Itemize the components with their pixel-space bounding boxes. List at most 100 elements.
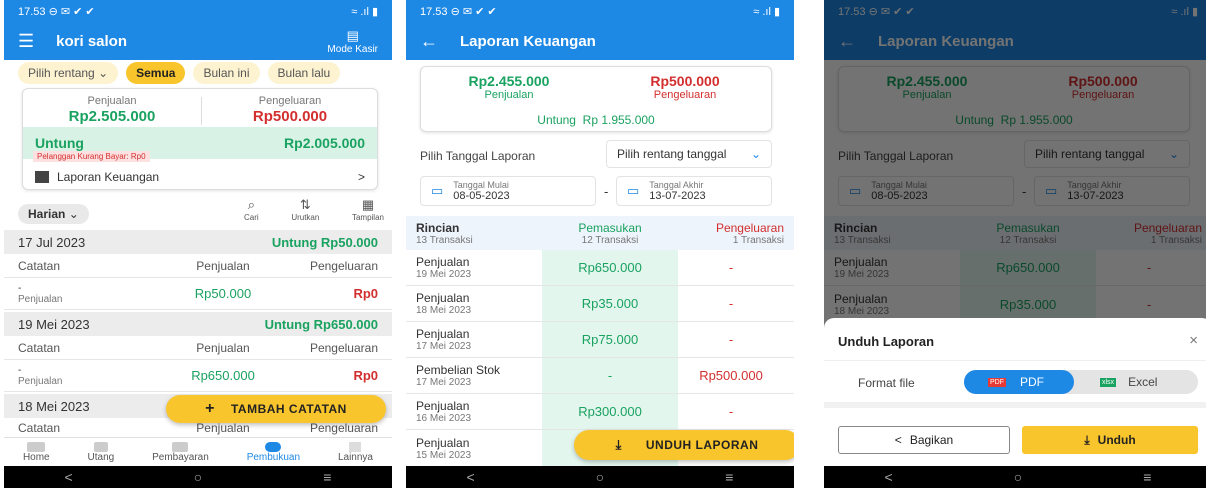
untung-label: Untung bbox=[537, 113, 576, 127]
cashier-icon: ▤ bbox=[346, 27, 359, 43]
app-bar: ☰ kori salon ▤ Mode Kasir bbox=[4, 22, 392, 60]
filter-chip-semua[interactable]: Semua bbox=[126, 62, 186, 84]
laporan-keuangan-link[interactable]: Laporan Keuangan > bbox=[35, 167, 365, 187]
penjualan-value: Rp2.505.000 bbox=[68, 108, 156, 125]
pengeluaran-value: Rp500.000 bbox=[650, 73, 720, 89]
penjualan-label: Penjualan bbox=[484, 89, 534, 101]
home-nav-icon[interactable]: ○ bbox=[194, 469, 202, 485]
nav-utang[interactable]: Utang bbox=[88, 441, 114, 463]
entry-dash: - bbox=[18, 364, 22, 376]
entry-type: Penjualan bbox=[18, 375, 63, 387]
view-button[interactable]: ▦ Tampilan bbox=[352, 197, 384, 222]
download-button[interactable]: ⤓ Unduh bbox=[1022, 426, 1198, 454]
row-name: Penjualan bbox=[416, 291, 470, 305]
recents-nav-icon[interactable]: ≡ bbox=[323, 469, 331, 485]
nav-pembayaran[interactable]: Pembayaran bbox=[152, 441, 209, 463]
row-date: 16 Mei 2023 bbox=[416, 413, 472, 424]
nav-pembukuan-label: Pembukuan bbox=[246, 451, 301, 463]
format-option-excel[interactable]: xlsx Excel bbox=[1074, 370, 1198, 394]
filter-chip-pilih-rentang[interactable]: Pilih rentang ⌄ bbox=[18, 62, 119, 84]
menu-icon[interactable]: ☰ bbox=[18, 31, 34, 52]
col-pemasukan-sub: 12 Transaksi bbox=[581, 234, 639, 246]
penjualan-value: Rp2.455.000 bbox=[468, 73, 550, 89]
table-row[interactable]: Penjualan19 Mei 2023 Rp650.000 - bbox=[406, 250, 794, 286]
status-icons-left: ⊖ ✉ ✔ ✔ bbox=[450, 5, 497, 18]
system-nav-bar: < ○ ≡ bbox=[406, 466, 794, 488]
date-label: Pilih Tanggal Laporan bbox=[420, 149, 536, 163]
col-pengeluaran: Pengeluaran bbox=[715, 220, 784, 235]
status-icons-right: ≈ .ıl ▮ bbox=[351, 5, 378, 18]
entry-type: Penjualan bbox=[18, 293, 63, 305]
back-nav-icon[interactable]: < bbox=[467, 469, 475, 485]
nav-home[interactable]: Home bbox=[23, 441, 50, 463]
row-date: 19 Mei 2023 bbox=[416, 269, 472, 280]
sort-label: Urutkan bbox=[291, 213, 320, 222]
col-rincian: Rincian bbox=[416, 220, 460, 235]
filter-chip-bulan-lalu[interactable]: Bulan lalu bbox=[267, 62, 341, 84]
page-title: Laporan Keuangan bbox=[460, 32, 596, 50]
period-select[interactable]: Harian ⌄ bbox=[18, 204, 89, 224]
mode-kasir-button[interactable]: ▤ Mode Kasir bbox=[327, 28, 378, 55]
system-nav-bar: < ○ ≡ bbox=[4, 466, 392, 488]
row-date: 17 Mei 2023 bbox=[416, 377, 472, 388]
row-name: Penjualan bbox=[416, 435, 470, 450]
status-icons-right: ≈ .ıl ▮ bbox=[753, 5, 780, 18]
status-icons-left: ⊖ ✉ ✔ ✔ bbox=[48, 5, 95, 18]
back-nav-icon[interactable]: < bbox=[885, 469, 893, 485]
sort-button[interactable]: ⇅ Urutkan bbox=[291, 197, 319, 222]
back-nav-icon[interactable]: < bbox=[65, 469, 73, 485]
summary-card: Penjualan Rp2.505.000 Pengeluaran Rp500.… bbox=[22, 88, 378, 190]
status-bar: 17.53 ⊖ ✉ ✔ ✔ ≈ .ıl ▮ bbox=[406, 0, 794, 22]
range-select[interactable]: Pilih rentang tanggal ⌄ bbox=[606, 140, 772, 168]
table-row[interactable]: Penjualan18 Mei 2023 Rp35.000 - bbox=[406, 286, 794, 322]
row-out: - bbox=[728, 404, 734, 419]
start-date-field[interactable]: ▭ Tanggal Mulai 08-05-2023 bbox=[420, 176, 596, 206]
share-label: Bagikan bbox=[909, 433, 954, 447]
group-header: 19 Mei 2023 Untung Rp650.000 bbox=[4, 312, 392, 336]
view-icon: ▦ bbox=[361, 197, 375, 212]
nav-pembukuan[interactable]: Pembukuan bbox=[246, 441, 301, 463]
nav-lainnya[interactable]: Lainnya bbox=[338, 441, 373, 463]
start-date-value: 08-05-2023 bbox=[453, 190, 510, 202]
col-pengeluaran-sub: 1 Transaksi bbox=[732, 234, 784, 246]
tambah-catatan-label: TAMBAH CATATAN bbox=[230, 402, 347, 416]
search-label: Cari bbox=[244, 213, 259, 222]
entry-penjualan: Rp50.000 bbox=[194, 286, 252, 301]
card-icon bbox=[172, 441, 189, 452]
filter-chips: Pilih rentang ⌄ Semua Bulan ini Bulan la… bbox=[18, 62, 392, 84]
col-pengeluaran: Pengeluaran bbox=[309, 340, 378, 355]
screen-laporan-keuangan: 17.53 ⊖ ✉ ✔ ✔ ≈ .ıl ▮ ← Laporan Keuangan… bbox=[406, 0, 794, 488]
view-label: Tampilan bbox=[351, 213, 384, 222]
unduh-laporan-button[interactable]: ⤓ UNDUH LAPORAN bbox=[574, 430, 794, 460]
search-button[interactable]: ⌕ Cari bbox=[244, 197, 259, 222]
pengeluaran-value: Rp500.000 bbox=[252, 108, 328, 125]
share-button[interactable]: < Bagikan bbox=[838, 426, 1010, 454]
row-out: Rp500.000 bbox=[699, 368, 763, 383]
format-option-pdf[interactable]: PDF PDF bbox=[964, 370, 1074, 394]
table-row[interactable]: Penjualan 16 Mei 2023 Rp300.000 - bbox=[406, 394, 794, 430]
table-row[interactable]: Pembelian Stok 17 Mei 2023 - Rp500.000 bbox=[406, 358, 794, 394]
back-arrow-icon[interactable]: ← bbox=[420, 31, 438, 52]
close-icon[interactable]: × bbox=[1189, 332, 1198, 349]
home-nav-icon[interactable]: ○ bbox=[596, 469, 604, 485]
list-item[interactable]: - Penjualan Rp650.000 Rp0 bbox=[4, 360, 392, 392]
filter-chip-bulan-ini[interactable]: Bulan ini bbox=[193, 62, 260, 84]
list-item[interactable]: - Penjualan Rp50.000 Rp0 bbox=[4, 278, 392, 310]
entry-pengeluaran: Rp0 bbox=[353, 286, 378, 301]
period-select-label: Harian bbox=[28, 207, 66, 221]
recents-nav-icon[interactable]: ≡ bbox=[725, 469, 733, 485]
end-date-field[interactable]: ▭ Tanggal Akhir 13-07-2023 bbox=[616, 176, 772, 206]
untung-value: Rp 1.955.000 bbox=[582, 113, 655, 127]
laporan-keuangan-label: Laporan Keuangan bbox=[57, 170, 160, 184]
excel-file-icon: xlsx bbox=[1100, 377, 1117, 387]
search-icon: ⌕ bbox=[247, 197, 255, 212]
home-nav-icon[interactable]: ○ bbox=[1014, 469, 1022, 485]
table-row[interactable]: Penjualan 17 Mei 2023 Rp75.000 - bbox=[406, 322, 794, 358]
end-date-label: Tanggal Akhir bbox=[649, 180, 704, 190]
recents-nav-icon[interactable]: ≡ bbox=[1143, 469, 1151, 485]
download-label: Unduh bbox=[1097, 433, 1136, 447]
tambah-catatan-button[interactable]: + TAMBAH CATATAN bbox=[166, 395, 386, 423]
calendar-icon: ▭ bbox=[627, 183, 640, 198]
sheet-title: Unduh Laporan bbox=[838, 334, 935, 349]
status-time: 17.53 bbox=[18, 5, 46, 18]
